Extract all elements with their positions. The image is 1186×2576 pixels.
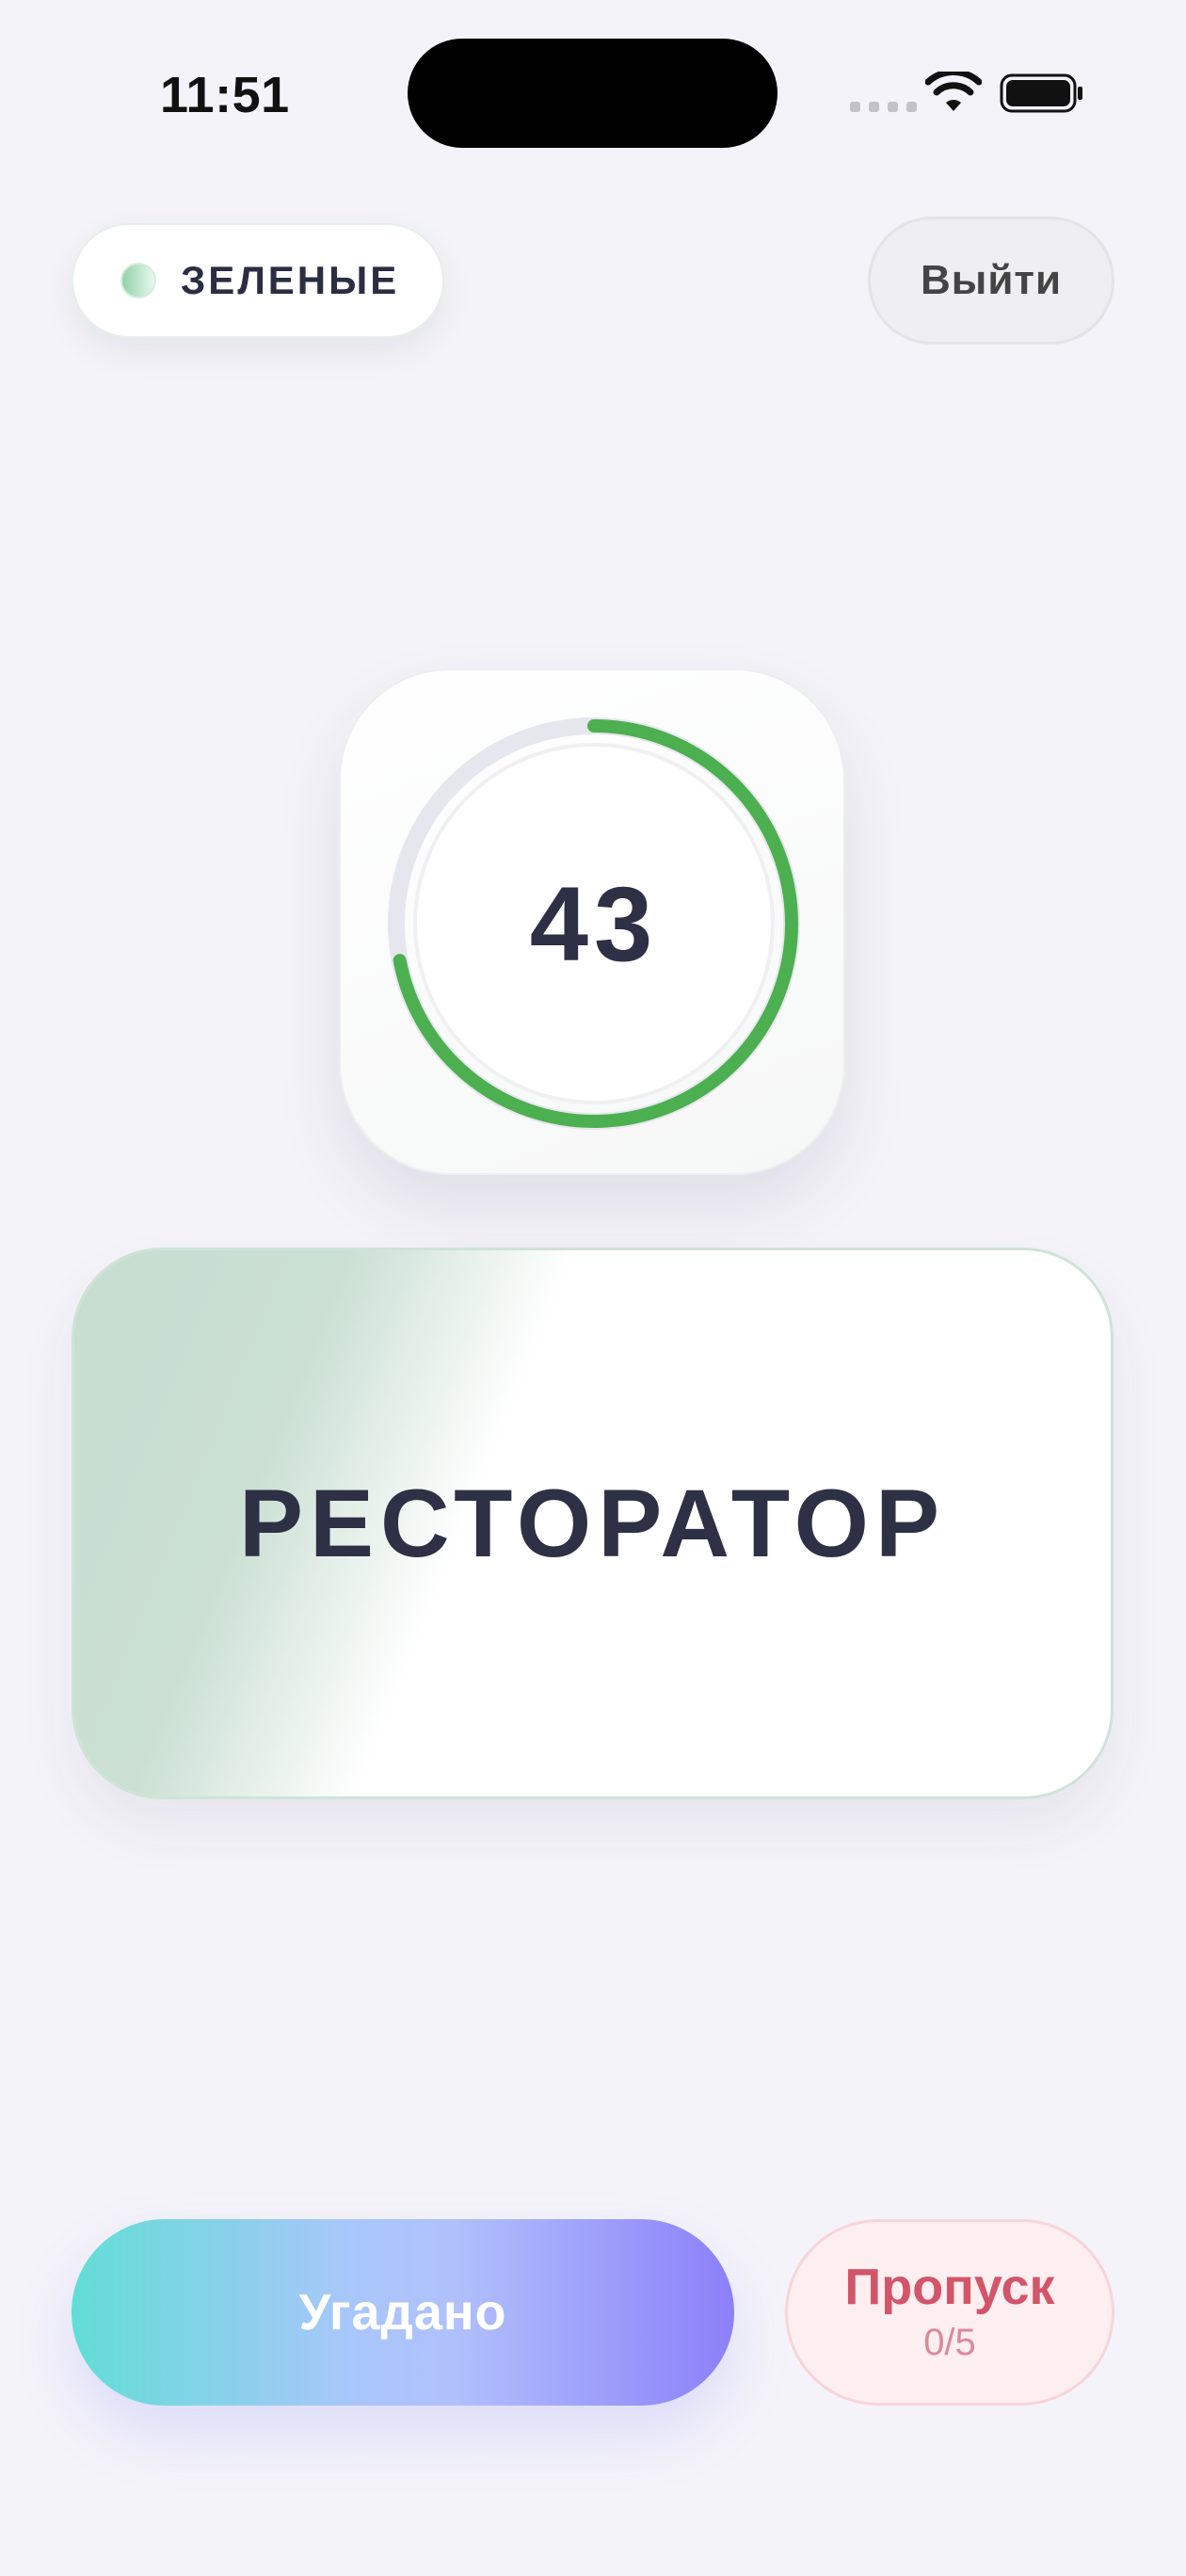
timer-card: 43 (339, 668, 845, 1175)
cellular-signal-icon (850, 102, 917, 112)
skip-label: Пропуск (844, 2259, 1055, 2316)
team-chip: ЗЕЛЕНЫЕ (72, 223, 444, 338)
status-time: 11:51 (160, 67, 290, 123)
guessed-button[interactable]: Угадано (72, 2219, 734, 2406)
skip-button[interactable]: Пропуск 0/5 (785, 2219, 1114, 2406)
team-color-dot (120, 263, 156, 298)
word-card: РЕСТОРАТОР (72, 1248, 1114, 1799)
timer-seconds: 43 (529, 864, 659, 983)
exit-button[interactable]: Выйти (868, 217, 1114, 345)
dynamic-island (408, 39, 777, 148)
battery-icon (1000, 73, 1082, 113)
team-name: ЗЕЛЕНЫЕ (181, 258, 400, 302)
current-word: РЕСТОРАТОР (238, 1469, 947, 1577)
wifi-icon (925, 72, 982, 111)
skip-counter: 0/5 (923, 2321, 976, 2363)
